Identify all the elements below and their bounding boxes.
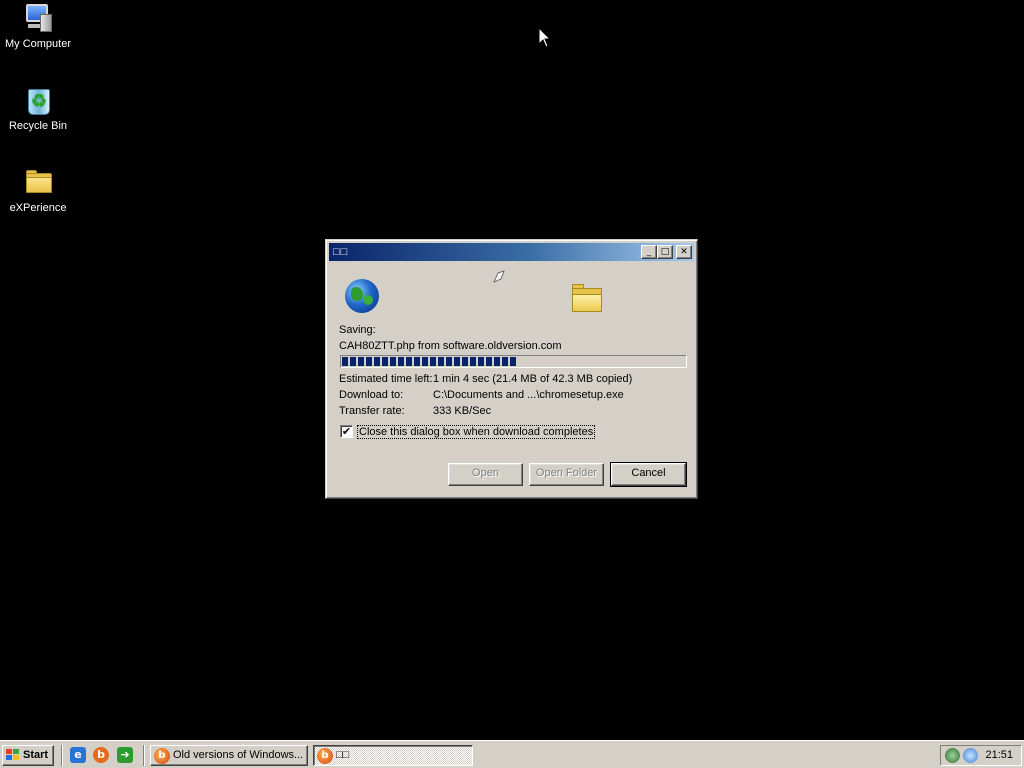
- time-left-label: Estimated time left:: [339, 373, 433, 385]
- maximize-button[interactable]: □: [657, 245, 673, 259]
- taskbar-separator: [143, 745, 145, 766]
- download-to-value: C:\Documents and ...\chromesetup.exe: [433, 389, 624, 401]
- start-label: Start: [23, 749, 49, 761]
- transfer-rate-label: Transfer rate:: [339, 405, 405, 417]
- security-shield-icon[interactable]: [945, 748, 960, 763]
- start-button[interactable]: Start: [2, 745, 54, 766]
- windows-logo-icon: [6, 749, 20, 761]
- desktop-icon-experience[interactable]: eXPerience: [0, 166, 76, 214]
- minimize-button[interactable]: _: [641, 245, 657, 259]
- file-source: CAH80ZTT.php from software.oldversion.co…: [339, 340, 562, 352]
- dialog-title-bar[interactable]: □□ _ □ ✕: [329, 243, 694, 261]
- firefox-icon[interactable]: b: [93, 747, 109, 763]
- mouse-cursor-icon: [538, 27, 552, 48]
- desktop-icon-label: eXPerience: [9, 202, 67, 214]
- close-button[interactable]: ✕: [676, 245, 692, 259]
- desktop-icon-recycle-bin[interactable]: ♻ Recycle Bin: [0, 84, 76, 132]
- folder-icon: [22, 166, 54, 198]
- dialog-title: □□: [333, 246, 349, 258]
- download-to-label: Download to:: [339, 389, 404, 401]
- recycle-bin-icon: ♻: [22, 84, 54, 116]
- system-tray: 21:51: [940, 745, 1022, 766]
- globe-icon: [345, 279, 379, 313]
- close-when-done-label[interactable]: Close this dialog box when download comp…: [357, 425, 596, 439]
- open-button[interactable]: Open: [448, 463, 523, 486]
- clock[interactable]: 21:51: [985, 749, 1013, 761]
- taskbar-separator: [61, 745, 63, 766]
- taskbar-item-label: Old versions of Windows...: [173, 749, 304, 761]
- network-icon[interactable]: [963, 748, 978, 763]
- progress-fill: [342, 357, 517, 366]
- desktop-icon-label: Recycle Bin: [8, 120, 68, 132]
- download-progress-bar: [340, 355, 687, 368]
- cancel-button[interactable]: Cancel: [610, 462, 687, 487]
- close-when-done-checkbox[interactable]: ✔: [340, 425, 353, 438]
- taskbar-item-label: □□: [336, 749, 350, 761]
- download-dialog: □□ _ □ ✕ Saving: CAH80ZTT.php from softw…: [325, 239, 698, 499]
- flying-document-icon: [493, 270, 505, 283]
- show-desktop-icon[interactable]: ➔: [117, 747, 133, 763]
- taskbar-item-browser[interactable]: b Old versions of Windows...: [150, 745, 308, 766]
- open-folder-button[interactable]: Open Folder: [529, 463, 604, 486]
- time-left-value: 1 min 4 sec (21.4 MB of 42.3 MB copied): [433, 373, 633, 385]
- my-computer-icon: [22, 2, 54, 34]
- firefox-icon: b: [154, 748, 170, 764]
- saving-label: Saving:: [339, 324, 376, 336]
- taskbar: Start e b ➔ b Old versions of Windows...…: [0, 740, 1024, 768]
- desktop-icon-my-computer[interactable]: My Computer: [0, 2, 76, 50]
- transfer-rate-value: 333 KB/Sec: [433, 405, 492, 417]
- ie-icon[interactable]: e: [70, 747, 86, 763]
- firefox-icon: b: [317, 748, 333, 764]
- desktop-icon-label: My Computer: [4, 38, 72, 50]
- folder-icon: [570, 284, 604, 314]
- taskbar-item-download[interactable]: b □□: [313, 745, 473, 766]
